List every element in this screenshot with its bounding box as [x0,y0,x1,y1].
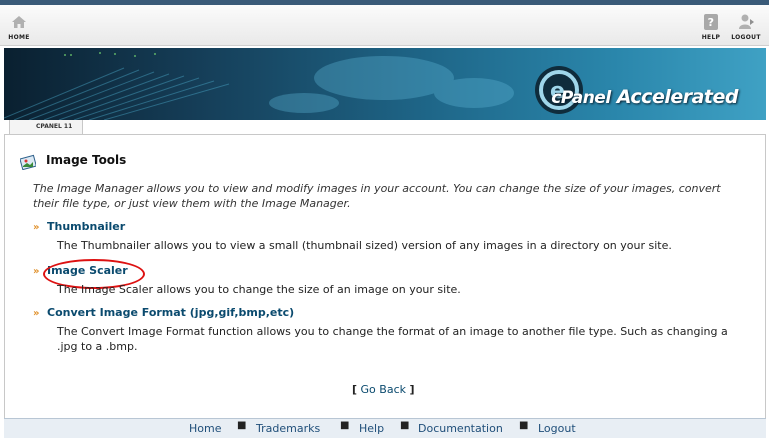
home-button[interactable]: HOME [2,7,36,41]
image-scaler-description: The Image Scaler allows you to change th… [57,283,461,296]
footer-documentation-link[interactable]: Documentation [418,422,503,435]
breadcrumb[interactable]: CPANEL 11 [9,120,84,135]
help-label: HELP [701,34,721,41]
banner-graphic: e [4,52,583,120]
help-icon: ? [704,14,718,30]
go-back: [ Go Back ] [352,383,415,396]
user-logout-icon [739,14,754,29]
thumbnailer-link[interactable]: Thumbnailer [47,220,125,233]
home-label: HOME [8,34,30,41]
thumbnailer-description: The Thumbnailer allows you to view a sma… [57,239,672,252]
logout-label: LOGOUT [731,34,761,41]
chevron-right-icon: » [33,222,40,233]
footer-separator: ■ [237,420,247,431]
convert-image-format-description: The Convert Image Format function allows… [57,325,728,353]
home-icon [12,16,26,28]
footer-logout-link[interactable]: Logout [538,422,576,435]
convert-image-format-link[interactable]: Convert Image Format (jpg,gif,bmp,etc) [47,306,294,319]
page-title: Image Tools [46,153,127,167]
image-tools-icon [20,154,36,170]
svg-text:?: ? [708,16,715,29]
top-navigation: HOME ? HELP LOGOUT [0,5,769,46]
footer: Home ■ Trademarks ■ Help ■ Documentation… [4,418,766,438]
intro-text: The Image Manager allows you to view and… [33,182,721,210]
brand-logo-text: cPanel Accelerated [551,86,738,108]
header-banner: e cPanel Accelerated [4,48,766,120]
go-back-link[interactable]: Go Back [361,383,406,396]
footer-help-link[interactable]: Help [359,422,384,435]
footer-trademarks-link[interactable]: Trademarks [256,422,320,435]
help-button[interactable]: ? HELP [694,7,728,41]
breadcrumb-bar: CPANEL 11 [4,120,766,135]
chevron-right-icon: » [33,308,40,319]
footer-separator: ■ [400,420,410,431]
footer-separator: ■ [519,420,529,431]
chevron-right-icon: » [33,266,40,277]
footer-home-link[interactable]: Home [189,422,221,435]
footer-separator: ■ [340,420,350,431]
logout-button[interactable]: LOGOUT [729,7,763,41]
image-scaler-link[interactable]: Image Scaler [47,264,128,277]
